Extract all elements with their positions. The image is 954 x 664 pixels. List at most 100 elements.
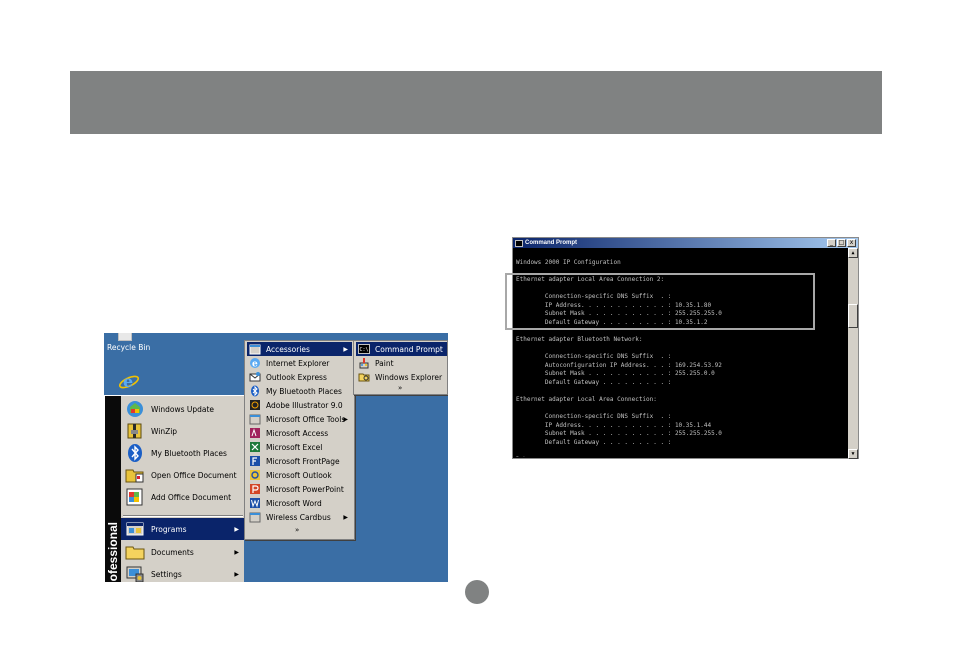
accessories-item-command-prompt[interactable]: C:\ Command Prompt (356, 342, 447, 356)
microsoft-powerpoint-icon (249, 483, 261, 495)
add-office-document-icon (125, 487, 145, 507)
windows-update-icon (125, 399, 145, 419)
console-line: Connection-specific DNS Suffix . : (516, 413, 672, 421)
submenu-arrow-icon: ▶ (343, 345, 348, 353)
winzip-icon (125, 421, 145, 441)
console-line: IP Address. . . . . . . . . . . . : 10.3… (516, 421, 712, 429)
console-line: D:\>_ (516, 456, 846, 457)
start-menu-item-my-bluetooth-places[interactable]: My Bluetooth Places (121, 442, 245, 464)
programs-icon (125, 519, 145, 539)
header-bar (70, 71, 882, 134)
recycle-bin-icon[interactable] (118, 333, 132, 341)
recycle-bin-label: Recycle Bin (107, 343, 151, 352)
outlook-express-icon (249, 371, 261, 383)
start-menu-separator (123, 515, 243, 517)
brand-strip: ofessional (105, 396, 121, 582)
submenu-arrow-icon: ▶ (234, 548, 239, 556)
folder-icon (249, 413, 261, 425)
programs-item-microsoft-frontpage[interactable]: Microsoft FrontPage (247, 454, 352, 468)
microsoft-excel-icon (249, 441, 261, 453)
start-menu: ofessional Windows Update WinZip My Blue… (104, 395, 245, 582)
minimize-button[interactable]: _ (827, 239, 836, 247)
folder-icon (249, 511, 261, 523)
console-line: Default Gateway . . . . . . . . . : (516, 439, 672, 447)
scroll-down-arrow-icon[interactable]: ▼ (848, 449, 858, 459)
microsoft-frontpage-icon (249, 455, 261, 467)
start-menu-item-winzip[interactable]: WinZip (121, 420, 245, 442)
expand-menu-chevron-icon[interactable]: » (295, 526, 299, 534)
start-menu-screenshot: Recycle Bin e ofessional Windows Update … (104, 333, 448, 582)
start-menu-item-programs[interactable]: Programs ▶ (121, 518, 245, 540)
folder-icon (249, 343, 261, 355)
scroll-thumb[interactable] (848, 304, 858, 328)
microsoft-outlook-icon (249, 469, 261, 481)
submenu-arrow-icon: ▶ (234, 570, 239, 578)
documents-icon (125, 542, 145, 562)
command-prompt-icon (515, 239, 523, 247)
internet-explorer-icon: e (249, 357, 261, 370)
start-menu-item-open-office-document[interactable]: Open Office Document (121, 464, 245, 486)
console-line: Ethernet adapter Local Area Connection: (516, 396, 657, 404)
microsoft-word-icon (249, 497, 261, 509)
highlight-box (505, 273, 815, 330)
console-line: Windows 2000 IP Configuration (516, 258, 621, 266)
paint-icon (358, 357, 370, 369)
svg-text:C:\: C:\ (360, 347, 369, 353)
open-office-document-icon (125, 465, 145, 485)
window-title: Command Prompt (525, 240, 578, 246)
programs-item-accessories[interactable]: Accessories ▶ (247, 342, 352, 356)
console-line: Ethernet adapter Bluetooth Network: (516, 335, 643, 343)
internet-explorer-icon[interactable]: e (118, 370, 140, 392)
microsoft-access-icon (249, 427, 261, 439)
console-line: Connection-specific DNS Suffix . : (516, 353, 672, 361)
close-button[interactable]: x (847, 239, 856, 247)
programs-menu: Accessories ▶ e Internet Explorer Outloo… (244, 340, 355, 540)
scroll-up-arrow-icon[interactable]: ▲ (848, 248, 858, 258)
svg-text:e: e (123, 372, 133, 391)
programs-item-microsoft-access[interactable]: Microsoft Access (247, 426, 352, 440)
start-menu-item-windows-update[interactable]: Windows Update (121, 398, 245, 420)
programs-item-microsoft-powerpoint[interactable]: Microsoft PowerPoint (247, 482, 352, 496)
vertical-scrollbar[interactable]: ▲ ▼ (848, 248, 858, 459)
programs-item-wireless-cardbus[interactable]: Wireless Cardbus ▶ (247, 510, 352, 524)
accessories-item-windows-explorer[interactable]: Windows Explorer (356, 370, 447, 384)
bluetooth-icon (249, 385, 261, 397)
command-prompt-titlebar[interactable]: Command Prompt (513, 238, 858, 248)
programs-item-my-bluetooth-places[interactable]: My Bluetooth Places (247, 384, 352, 398)
accessories-menu: C:\ Command Prompt Paint Windows Explore… (353, 340, 448, 395)
console-line: Default Gateway . . . . . . . . . : (516, 378, 672, 386)
start-menu-item-settings[interactable]: Settings ▶ (121, 563, 245, 582)
svg-text:e: e (252, 360, 258, 370)
console-line: Subnet Mask . . . . . . . . . . . : 255.… (516, 370, 715, 378)
start-menu-item-add-office-document[interactable]: Add Office Document (121, 486, 245, 508)
submenu-arrow-icon: ▶ (234, 525, 239, 533)
submenu-arrow-icon: ▶ (343, 513, 348, 521)
programs-item-outlook-express[interactable]: Outlook Express (247, 370, 352, 384)
page-marker (465, 580, 489, 604)
programs-item-microsoft-excel[interactable]: Microsoft Excel (247, 440, 352, 454)
console-line: Subnet Mask . . . . . . . . . . . : 255.… (516, 430, 722, 438)
programs-item-internet-explorer[interactable]: e Internet Explorer (247, 356, 352, 370)
expand-menu-chevron-icon[interactable]: » (398, 384, 402, 392)
console-line: Autoconfiguration IP Address. . . : 169.… (516, 361, 722, 369)
brand-text: ofessional (106, 521, 120, 581)
maximize-button[interactable]: □ (837, 239, 846, 247)
start-menu-item-documents[interactable]: Documents ▶ (121, 541, 245, 563)
submenu-arrow-icon: ▶ (343, 415, 348, 423)
programs-item-microsoft-word[interactable]: Microsoft Word (247, 496, 352, 510)
bluetooth-icon (125, 443, 145, 463)
programs-item-microsoft-outlook[interactable]: Microsoft Outlook (247, 468, 352, 482)
settings-icon (125, 564, 145, 582)
programs-item-adobe-illustrator[interactable]: Adobe Illustrator 9.0 (247, 398, 352, 412)
accessories-item-paint[interactable]: Paint (356, 356, 447, 370)
command-prompt-icon: C:\ (358, 343, 370, 355)
command-prompt-window: Command Prompt _ □ x Windows 2000 IP Con… (512, 237, 859, 459)
programs-item-microsoft-office-tools[interactable]: Microsoft Office Tools ▶ (247, 412, 352, 426)
adobe-illustrator-icon (249, 399, 261, 411)
windows-explorer-icon (358, 371, 370, 383)
